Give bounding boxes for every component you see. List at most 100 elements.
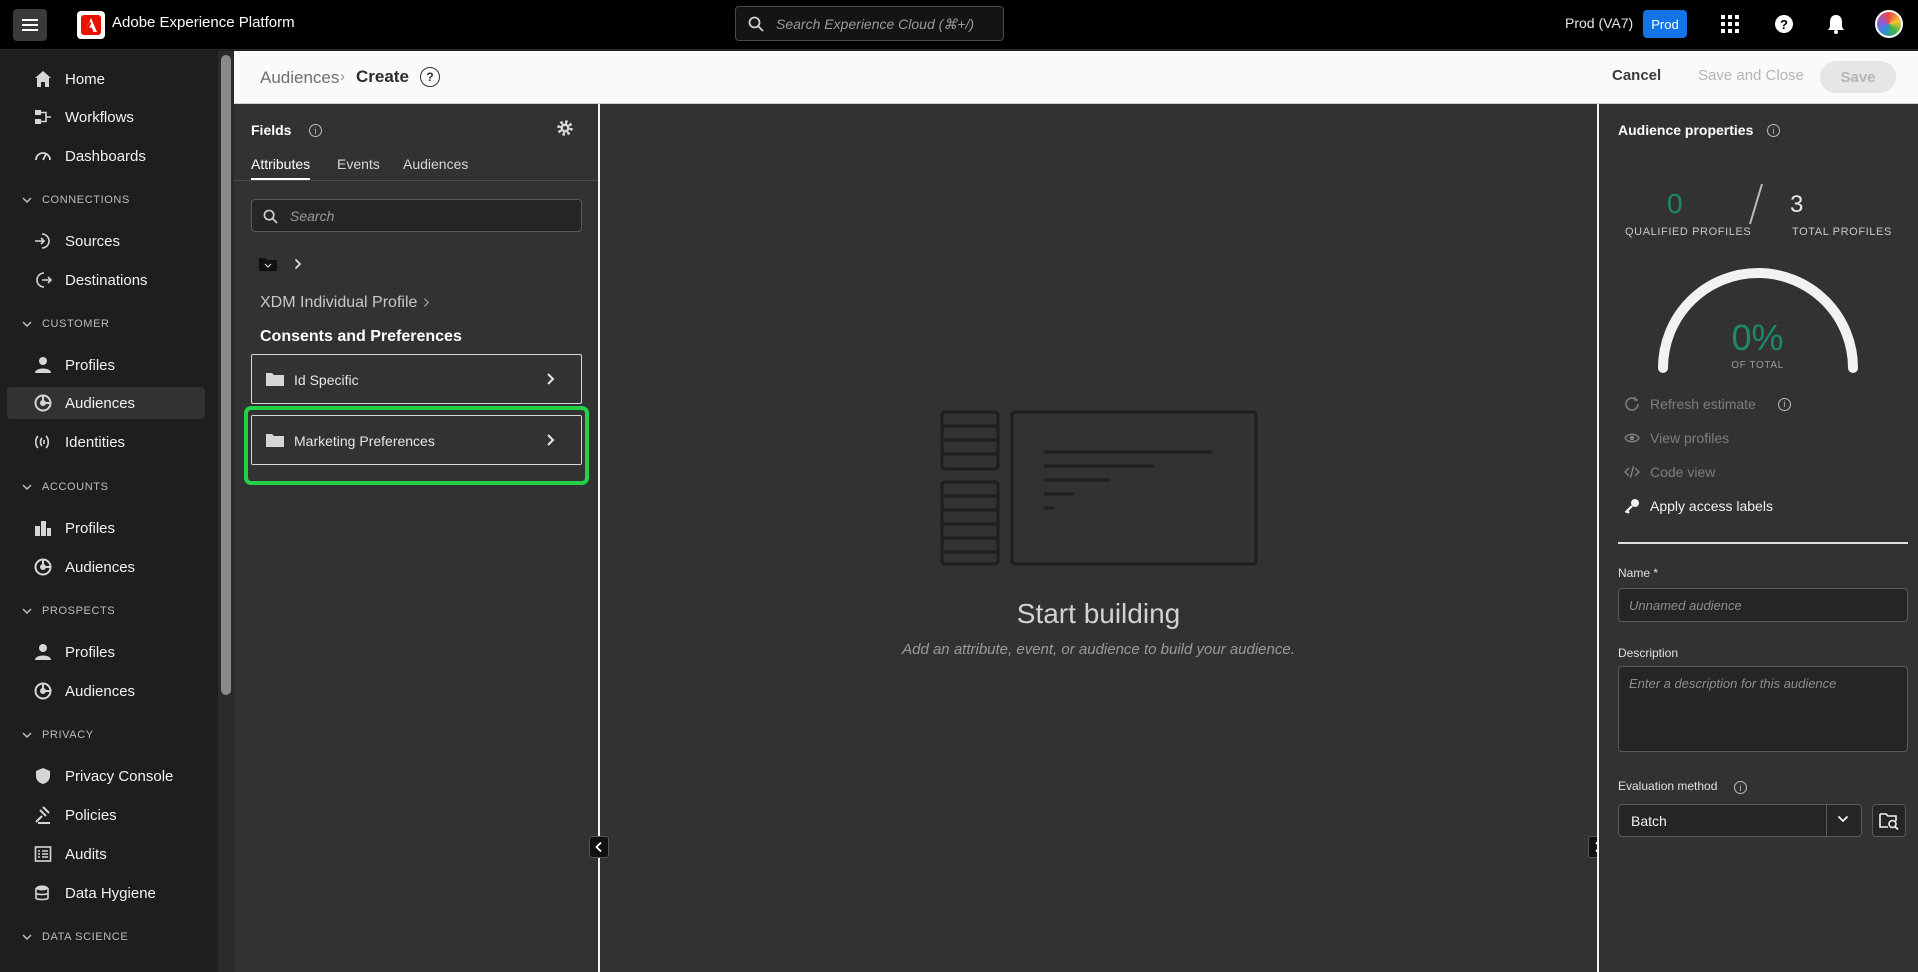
nav-label: Workflows: [65, 108, 134, 126]
tab-events[interactable]: Events: [337, 156, 380, 172]
divider-slash: [1749, 183, 1763, 225]
folder-row-id-specific[interactable]: Id Specific: [251, 354, 582, 404]
highlight-box: [244, 406, 589, 485]
user-avatar[interactable]: [1875, 10, 1903, 38]
nav-sources[interactable]: Sources: [7, 225, 205, 257]
nav-label: Profiles: [65, 519, 116, 537]
nav-identities[interactable]: Identities: [7, 426, 205, 458]
nav-label: Data Hygiene: [65, 884, 156, 902]
audience-description-textarea[interactable]: Enter a description for this audience: [1618, 666, 1908, 752]
nav-dashboards[interactable]: Dashboards: [7, 140, 205, 172]
nav-home[interactable]: Home: [7, 63, 205, 95]
apply-access-labels-action[interactable]: Apply access labels: [1624, 498, 1773, 514]
nav-privacy-console[interactable]: Privacy Console: [7, 760, 205, 792]
evaluation-method-label: Evaluation method: [1618, 779, 1718, 793]
nav-section-data-science[interactable]: DATA SCIENCE: [22, 931, 128, 943]
environment-badge[interactable]: Prod: [1643, 10, 1687, 38]
properties-divider: [1618, 542, 1908, 544]
profile-icon: [32, 641, 54, 663]
chevron-right-icon: [546, 372, 555, 386]
fields-search-input[interactable]: Search: [251, 199, 582, 232]
view-profiles-action[interactable]: View profiles: [1624, 430, 1729, 446]
nav-label: Policies: [65, 806, 117, 824]
qualified-profiles-value: 0: [1667, 188, 1683, 219]
nav-data-hygiene[interactable]: Data Hygiene: [7, 877, 205, 909]
search-icon: [748, 16, 764, 32]
nav-section-accounts[interactable]: ACCOUNTS: [22, 481, 109, 493]
refresh-estimate-action[interactable]: Refresh estimate i: [1624, 396, 1791, 412]
search-icon: [263, 209, 278, 224]
global-search-input[interactable]: Search Experience Cloud (⌘+/): [735, 6, 1004, 41]
audience-name-input[interactable]: Unnamed audience: [1618, 588, 1908, 622]
nav-customer-profiles[interactable]: Profiles: [7, 349, 205, 381]
evaluation-lookup-button[interactable]: [1872, 804, 1906, 837]
nav-section-customer[interactable]: CUSTOMER: [22, 318, 110, 330]
percent-of-total: 0%: [1731, 317, 1784, 358]
tab-audiences[interactable]: Audiences: [403, 156, 468, 172]
sources-icon: [32, 230, 54, 252]
code-view-action[interactable]: Code view: [1624, 464, 1715, 480]
scrollbar-thumb[interactable]: [221, 55, 231, 695]
evaluation-method-value: Batch: [1631, 813, 1667, 829]
dashboards-icon: [32, 145, 54, 167]
hamburger-menu-button[interactable]: [13, 9, 47, 41]
eye-icon: [1624, 433, 1640, 443]
chevron-down-icon: [22, 934, 32, 940]
adobe-logo[interactable]: [77, 11, 105, 39]
percent-of-total-label: OF TOTAL: [1731, 360, 1784, 371]
notifications-bell-icon[interactable]: [1824, 12, 1848, 36]
folder-icon: [266, 372, 284, 386]
cancel-button[interactable]: Cancel: [1612, 67, 1661, 84]
identities-icon: [32, 431, 54, 453]
nav-prospect-audiences[interactable]: Audiences: [7, 675, 205, 707]
tab-attributes[interactable]: Attributes: [251, 156, 310, 172]
fields-panel: Fields i Attributes Events Audiences Sea…: [234, 104, 600, 972]
root-folder-icon[interactable]: [259, 257, 277, 271]
sandbox-switcher[interactable]: Prod (VA7): [1565, 15, 1633, 31]
properties-title: Audience properties: [1618, 122, 1754, 138]
nav-workflows[interactable]: Workflows: [7, 101, 205, 133]
evaluation-method-select[interactable]: Batch: [1618, 804, 1862, 837]
save-button[interactable]: Save: [1820, 61, 1896, 93]
info-icon[interactable]: i: [1767, 124, 1780, 137]
collapse-left-panel-button[interactable]: [589, 836, 609, 858]
audience-canvas[interactable]: Start building Add an attribute, event, …: [600, 104, 1597, 972]
nav-label: Audiences: [65, 394, 136, 412]
nav-policies[interactable]: Policies: [7, 799, 205, 831]
start-building-title: Start building: [1016, 598, 1181, 629]
chevron-down-icon[interactable]: [1837, 815, 1849, 823]
account-profiles-icon: [32, 517, 54, 539]
key-icon: [1624, 499, 1639, 514]
chevron-down-icon: [22, 732, 32, 738]
folder-search-icon: [1879, 812, 1899, 830]
nav-customer-audiences[interactable]: Audiences: [7, 387, 205, 419]
help-circle-icon[interactable]: ?: [420, 67, 440, 87]
info-icon[interactable]: i: [1734, 781, 1747, 794]
chevron-down-icon: [22, 608, 32, 614]
sidebar-scrollbar[interactable]: [218, 51, 234, 972]
breadcrumb-xdm-profile[interactable]: XDM Individual Profile: [260, 294, 417, 312]
apps-grid-icon[interactable]: [1718, 12, 1742, 36]
nav-audits[interactable]: Audits: [7, 838, 205, 870]
start-building-subtitle: Add an attribute, event, or audience to …: [902, 641, 1295, 658]
chevron-down-icon: [22, 197, 32, 203]
save-and-close-button[interactable]: Save and Close: [1698, 67, 1804, 84]
chevron-right-icon: [423, 297, 430, 308]
empty-canvas-illustration: [940, 410, 1258, 566]
code-icon: [1624, 465, 1640, 479]
nav-account-profiles[interactable]: Profiles: [7, 512, 205, 544]
nav-section-prospects[interactable]: PROSPECTS: [22, 605, 115, 617]
nav-destinations[interactable]: Destinations: [7, 264, 205, 296]
nav-section-connections[interactable]: CONNECTIONS: [22, 194, 130, 206]
chevron-down-icon: [22, 321, 32, 327]
nav-prospect-profiles[interactable]: Profiles: [7, 636, 205, 668]
info-icon[interactable]: i: [309, 124, 322, 137]
info-icon[interactable]: i: [1777, 397, 1791, 411]
nav-account-audiences[interactable]: Audiences: [7, 551, 205, 583]
gear-icon[interactable]: [556, 119, 574, 137]
hamburger-icon: [22, 19, 38, 31]
help-icon[interactable]: ?: [1772, 12, 1796, 36]
profile-icon: [32, 354, 54, 376]
nav-section-privacy[interactable]: PRIVACY: [22, 729, 94, 741]
breadcrumb-audiences[interactable]: Audiences: [260, 68, 339, 88]
